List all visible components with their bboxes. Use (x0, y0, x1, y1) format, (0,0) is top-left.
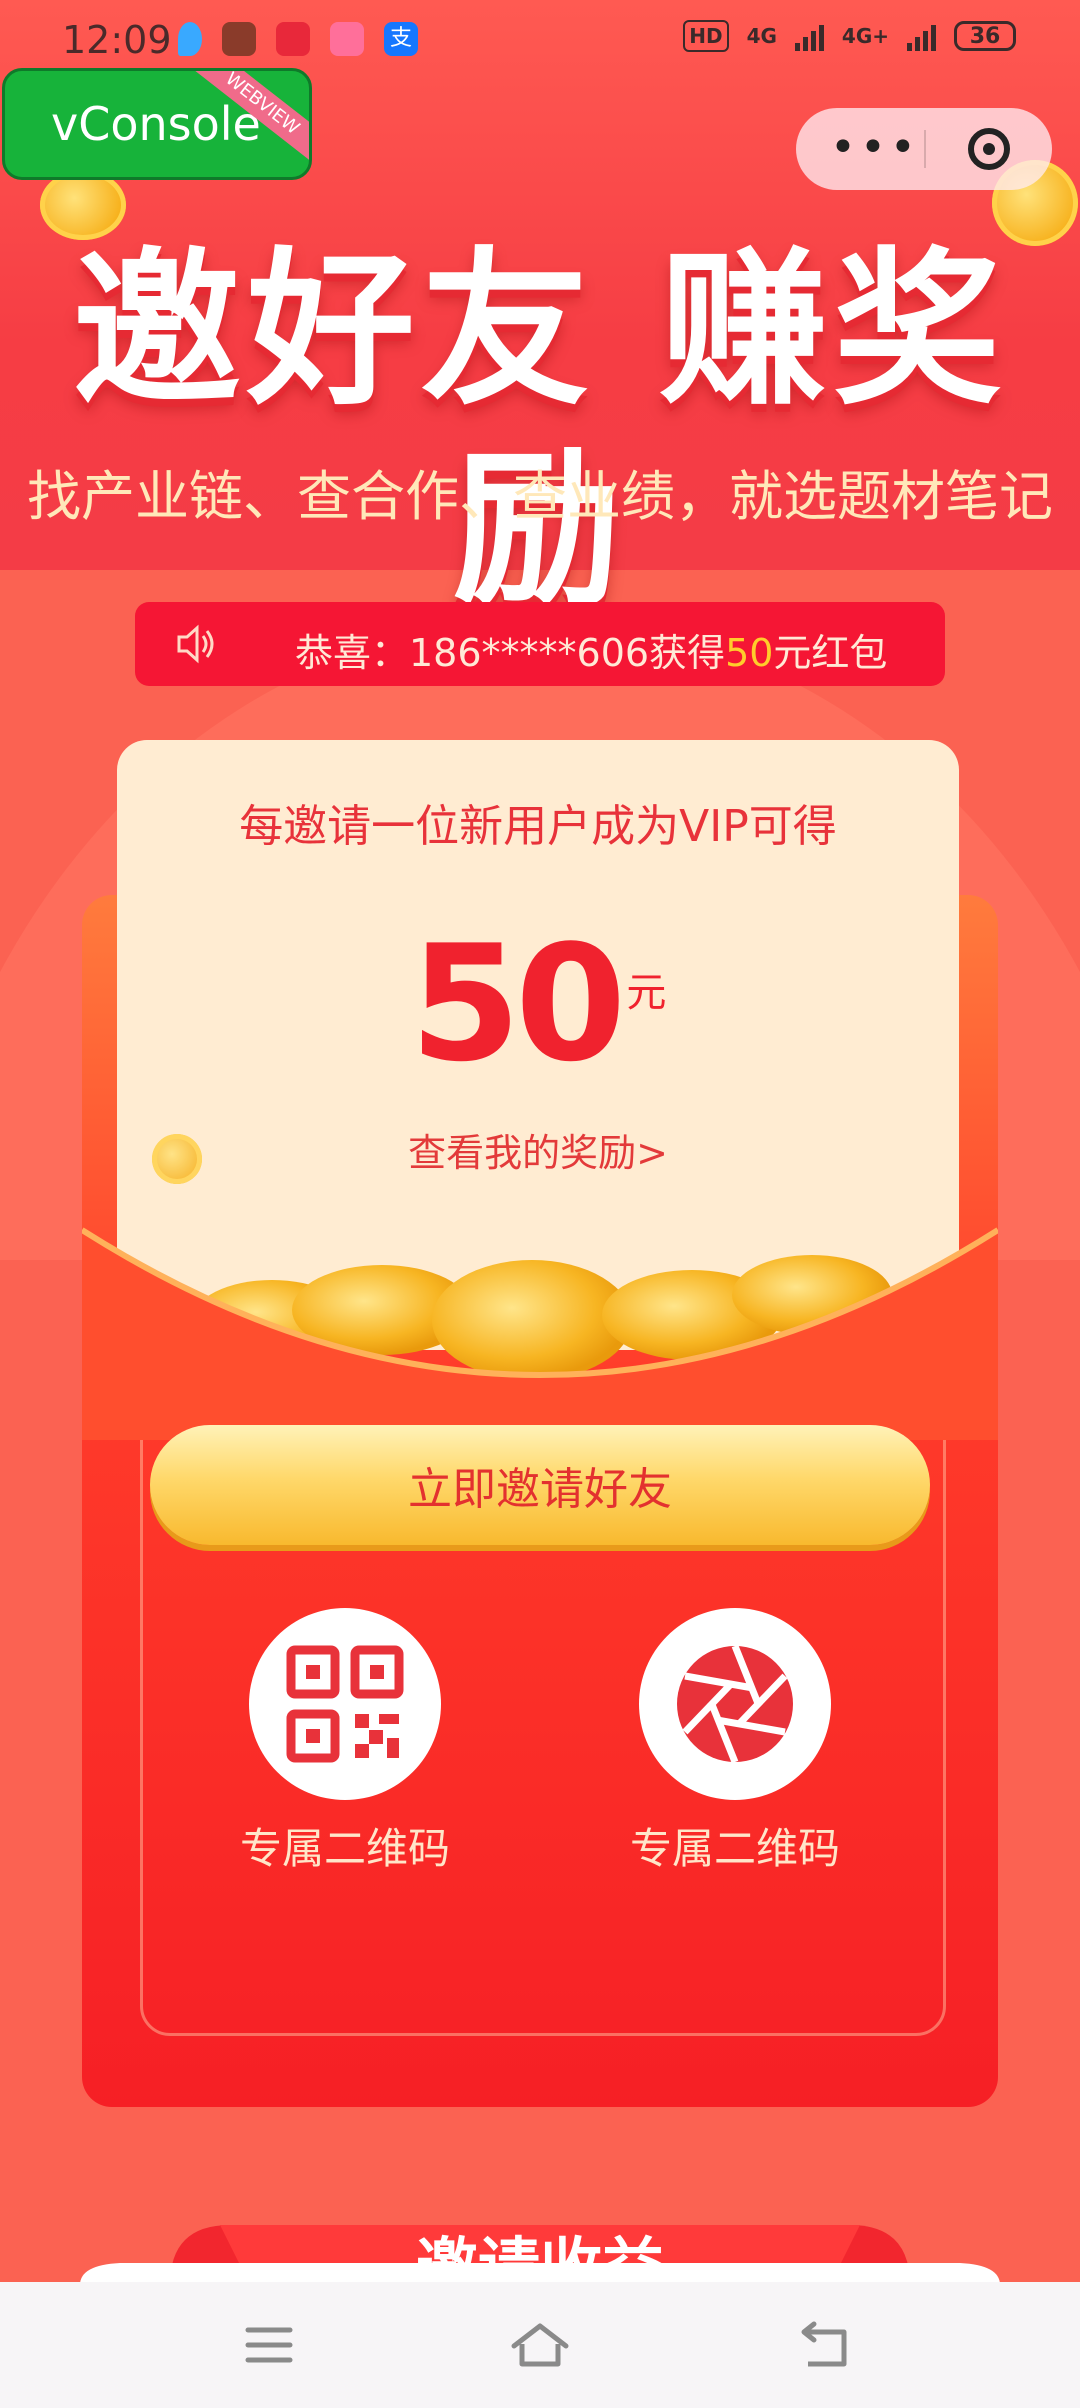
qq-icon (178, 22, 202, 56)
next-section-title: 邀请收益 (415, 2230, 664, 2282)
notice-prefix: 恭喜：186*****606获得 (295, 631, 726, 675)
sim2-label: 4G+ (841, 24, 889, 48)
alipay-icon: 支 (384, 22, 418, 56)
hd-badge: HD (683, 20, 729, 52)
system-indicators: HD 4G 4G+ 36 (683, 20, 1016, 52)
notice-text: 恭喜：186*****606获得50元红包 (295, 622, 887, 677)
battery-icon: 36 (954, 21, 1016, 51)
page-title: 邀好友 赚奖励 (72, 232, 1008, 628)
speaker-icon (177, 624, 214, 664)
coin-icon (152, 1134, 202, 1184)
envelope-flap (82, 1227, 998, 1440)
poster-label: 专属二维码 (629, 1824, 840, 1873)
system-nav-bar (0, 2282, 1080, 2408)
vconsole-button[interactable]: vConsole WEBVIEW (2, 68, 312, 180)
status-time: 12:09 (62, 18, 172, 62)
home-icon[interactable] (510, 2320, 570, 2370)
invite-friends-label: 立即邀请好友 (408, 1464, 672, 1515)
reward-headline: 每邀请一位新用户成为VIP可得 (239, 801, 837, 852)
notice-suffix: 元红包 (773, 631, 888, 675)
reward-amount: 50 元 (117, 910, 959, 1097)
notice-bar: 恭喜：186*****606获得50元红包 (135, 602, 945, 686)
view-my-rewards-link[interactable]: 查看我的奖励> (117, 1122, 959, 1177)
battery-level: 36 (969, 23, 1001, 49)
notification-icons: 支 (178, 22, 418, 56)
qr-code-button[interactable] (249, 1608, 441, 1800)
close-target-icon[interactable] (968, 128, 1010, 170)
qr-code-icon (286, 1645, 404, 1763)
app-icon (276, 22, 310, 56)
poster-button[interactable] (639, 1608, 831, 1800)
reward-amount-number: 50 (409, 910, 627, 1097)
reward-amount-unit: 元 (626, 970, 667, 1016)
sim1-label: 4G (746, 24, 777, 48)
qr-code-label: 专属二维码 (239, 1824, 450, 1873)
game-icon (222, 22, 256, 56)
miniprogram-capsule: ••• (796, 108, 1052, 190)
menu-icon[interactable] (244, 2320, 294, 2370)
page-subtitle: 找产业链、查合作、查业绩，就选题材笔记 (27, 465, 1053, 528)
signal-icon-2 (907, 21, 936, 51)
qr-code-option[interactable] (249, 1608, 441, 1800)
invite-friends-button[interactable]: 立即邀请好友 (150, 1425, 930, 1545)
notice-amount: 50 (725, 631, 774, 675)
poster-option[interactable] (639, 1608, 831, 1800)
vconsole-label: vConsole (51, 97, 261, 151)
camera-aperture-icon (677, 1644, 793, 1764)
rabbit-app-icon (330, 22, 364, 56)
back-icon[interactable] (798, 2320, 852, 2370)
signal-icon (794, 21, 824, 51)
capsule-divider (924, 130, 926, 168)
more-icon[interactable]: ••• (830, 126, 920, 170)
